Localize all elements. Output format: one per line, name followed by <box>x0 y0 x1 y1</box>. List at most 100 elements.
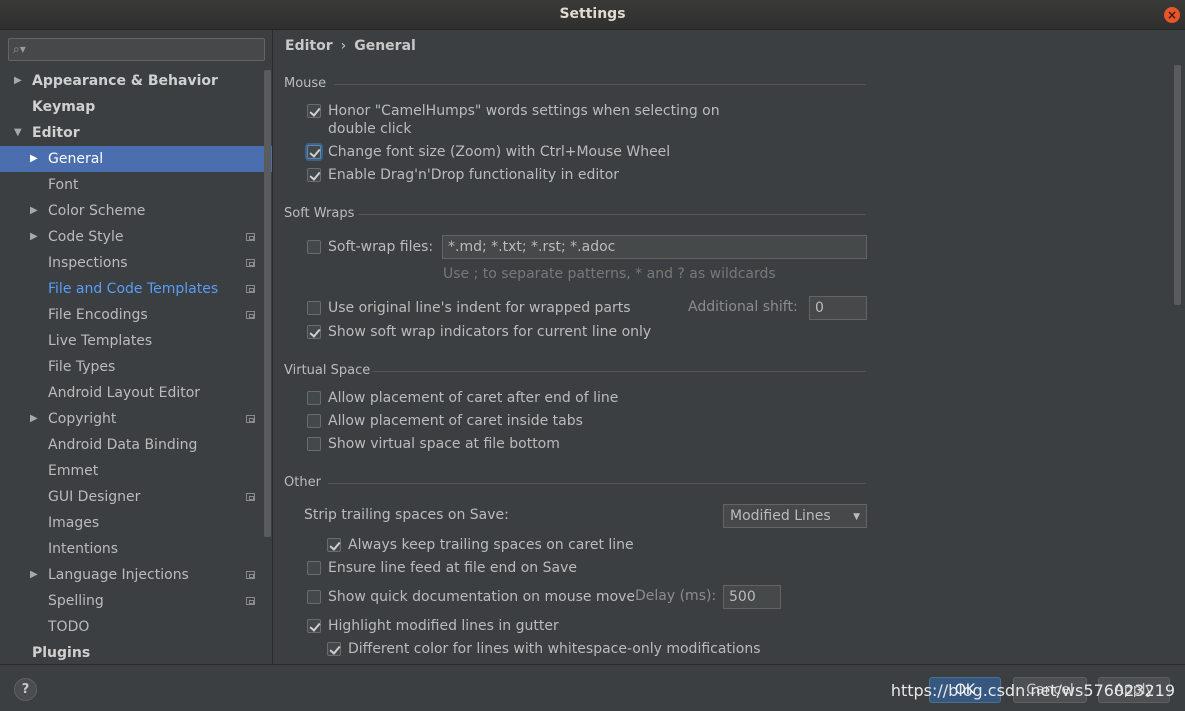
keep-caret-spaces-label: Always keep trailing spaces on caret lin… <box>348 537 634 553</box>
sidebar-item-plugins[interactable]: Plugins <box>0 640 262 666</box>
wrap-indicators-checkbox[interactable] <box>307 325 321 339</box>
caret-inside-tabs-label: Allow placement of caret inside tabs <box>328 413 583 429</box>
sidebar-item-label: Android Layout Editor <box>48 385 201 401</box>
sidebar-item-file-and-code-templates[interactable]: File and Code Templates <box>0 276 262 302</box>
original-indent-checkbox[interactable] <box>307 301 321 315</box>
additional-shift-label: Additional shift: <box>688 299 798 315</box>
sidebar-item-label: File Encodings <box>48 307 148 323</box>
soft-wrap-files-input[interactable]: *.md; *.txt; *.rst; *.adoc <box>442 235 867 259</box>
sidebar-item-label: Keymap <box>32 99 96 115</box>
sidebar-item-label: General <box>48 151 104 167</box>
sidebar-item-label: Code Style <box>48 229 124 245</box>
dragdrop-label: Enable Drag'n'Drop functionality in edit… <box>328 167 620 183</box>
camelhumps-label-line2: double click <box>328 121 412 137</box>
sidebar-scrollbar[interactable] <box>264 70 271 537</box>
sidebar-item-language-injections[interactable]: ▶ Language Injections <box>0 562 262 588</box>
sidebar-item-android-layout-editor[interactable]: Android Layout Editor <box>0 380 262 406</box>
breadcrumb: Editor › General <box>285 38 416 54</box>
virtual-space-bottom-checkbox[interactable] <box>307 437 321 451</box>
highlight-modified-label: Highlight modified lines in gutter <box>328 618 559 634</box>
sidebar-item-gui-designer[interactable]: GUI Designer <box>0 484 262 510</box>
additional-shift-input[interactable]: 0 <box>809 296 867 320</box>
sidebar-item-keymap[interactable]: Keymap <box>0 94 262 120</box>
chevron-down-icon[interactable]: ▼ <box>14 120 22 146</box>
sidebar-item-inspections[interactable]: Inspections <box>0 250 262 276</box>
highlight-modified-checkbox[interactable] <box>307 619 321 633</box>
sidebar-item-label: Color Scheme <box>48 203 146 219</box>
caret-inside-tabs-checkbox[interactable] <box>307 414 321 428</box>
line-feed-checkbox[interactable] <box>307 561 321 575</box>
search-input[interactable]: ⌕▾ <box>8 38 265 61</box>
strip-trailing-dropdown[interactable]: Modified Lines ▼ <box>723 504 867 528</box>
search-icon: ⌕▾ <box>13 42 26 56</box>
sidebar-item-color-scheme[interactable]: ▶ Color Scheme <box>0 198 262 224</box>
section-other-title: Other <box>284 475 321 490</box>
sidebar-item-label: Language Injections <box>48 567 189 583</box>
sidebar-item-live-templates[interactable]: Live Templates <box>0 328 262 354</box>
whitespace-color-label: Different color for lines with whitespac… <box>348 641 761 657</box>
project-scope-icon <box>246 259 255 267</box>
section-mouse-title: Mouse <box>284 76 327 91</box>
breadcrumb-separator: › <box>340 38 347 54</box>
strip-trailing-value: Modified Lines <box>730 508 831 524</box>
sidebar-item-file-encodings[interactable]: File Encodings <box>0 302 262 328</box>
sidebar-item-intentions[interactable]: Intentions <box>0 536 262 562</box>
sidebar-item-label: Live Templates <box>48 333 153 349</box>
help-icon[interactable]: ? <box>14 678 37 701</box>
camelhumps-checkbox[interactable] <box>307 104 321 118</box>
sidebar-item-label: Emmet <box>48 463 99 479</box>
section-virtual-space-title: Virtual Space <box>284 363 371 378</box>
dragdrop-checkbox[interactable] <box>307 168 321 182</box>
chevron-right-icon[interactable]: ▶ <box>30 224 38 250</box>
watermark: https://blog.csdn.net/ws576023219 <box>890 681 1175 700</box>
sidebar-item-label: Images <box>48 515 100 531</box>
project-scope-icon <box>246 285 255 293</box>
caret-after-eol-checkbox[interactable] <box>307 391 321 405</box>
section-divider <box>372 371 866 372</box>
sidebar-item-font[interactable]: Font <box>0 172 262 198</box>
strip-trailing-label: Strip trailing spaces on Save: <box>304 507 509 523</box>
quick-doc-label: Show quick documentation on mouse move <box>328 589 636 605</box>
sidebar-item-editor[interactable]: ▼ Editor <box>0 120 262 146</box>
settings-main-panel: Editor › General Mouse Honor "CamelHumps" … <box>274 30 1185 664</box>
main-scrollbar[interactable] <box>1174 65 1181 305</box>
sidebar-item-copyright[interactable]: ▶ Copyright <box>0 406 262 432</box>
sidebar-item-label: File and Code Templates <box>48 281 219 297</box>
sidebar-item-images[interactable]: Images <box>0 510 262 536</box>
zoom-checkbox[interactable] <box>307 145 321 159</box>
quick-doc-checkbox[interactable] <box>307 590 321 604</box>
close-icon[interactable]: × <box>1164 7 1180 23</box>
sidebar-item-label: Android Data Binding <box>48 437 198 453</box>
chevron-right-icon[interactable]: ▶ <box>30 406 38 432</box>
sidebar-item-label: Copyright <box>48 411 117 427</box>
sidebar-item-label: Font <box>48 177 79 193</box>
dialog-footer: ? OK Cancel Apply https://blog.csdn.net/… <box>0 664 1185 711</box>
sidebar-item-code-style[interactable]: ▶ Code Style <box>0 224 262 250</box>
keep-caret-spaces-checkbox[interactable] <box>327 538 341 552</box>
sidebar-item-android-data-binding[interactable]: Android Data Binding <box>0 432 262 458</box>
sidebar-item-file-types[interactable]: File Types <box>0 354 262 380</box>
sidebar-item-spelling[interactable]: Spelling <box>0 588 262 614</box>
chevron-right-icon[interactable]: ▶ <box>14 68 22 94</box>
section-divider <box>328 483 866 484</box>
project-scope-icon <box>246 415 255 423</box>
delay-input[interactable]: 500 <box>723 585 781 609</box>
caret-after-eol-label: Allow placement of caret after end of li… <box>328 390 619 406</box>
chevron-right-icon[interactable]: ▶ <box>30 146 38 172</box>
sidebar-item-general[interactable]: ▶ General <box>0 146 272 172</box>
sidebar-item-label: Appearance & Behavior <box>32 73 218 89</box>
sidebar-item-appearance-behavior[interactable]: ▶ Appearance & Behavior <box>0 68 262 94</box>
chevron-right-icon[interactable]: ▶ <box>30 562 38 588</box>
chevron-right-icon[interactable]: ▶ <box>30 198 38 224</box>
whitespace-color-checkbox[interactable] <box>327 642 341 656</box>
sidebar-item-todo[interactable]: TODO <box>0 614 262 640</box>
camelhumps-label: Honor "CamelHumps" words settings when s… <box>328 103 720 119</box>
project-scope-icon <box>246 493 255 501</box>
soft-wrap-files-checkbox[interactable] <box>307 240 321 254</box>
soft-wrap-hint: Use ; to separate patterns, * and ? as w… <box>443 266 776 282</box>
section-divider <box>358 214 866 215</box>
sidebar-item-label: Intentions <box>48 541 119 557</box>
sidebar-item-emmet[interactable]: Emmet <box>0 458 262 484</box>
breadcrumb-parent: Editor <box>285 38 333 54</box>
sidebar-item-label: Plugins <box>32 645 91 661</box>
